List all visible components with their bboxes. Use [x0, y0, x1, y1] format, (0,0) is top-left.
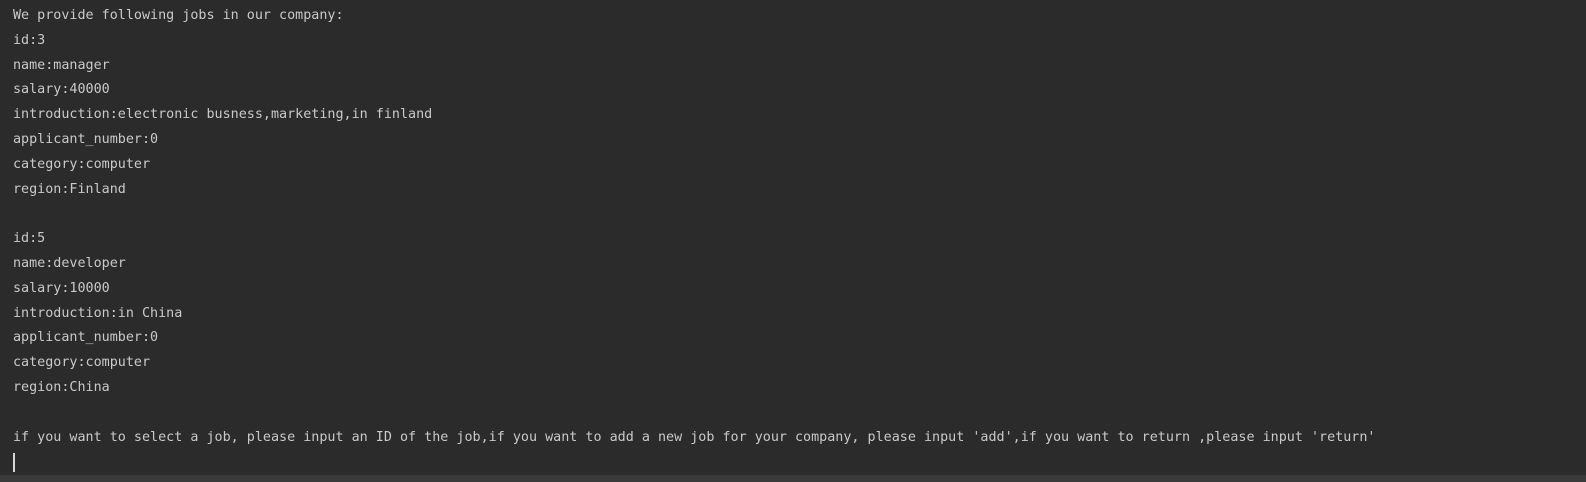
- job-category: category:computer: [13, 355, 151, 371]
- text-cursor: [13, 453, 15, 473]
- job-salary: salary:40000: [13, 82, 110, 98]
- job-entry: id:5 name:developer salary:10000 introdu…: [13, 227, 1586, 401]
- job-introduction: introduction:in China: [13, 305, 183, 321]
- job-region: region:China: [13, 379, 110, 395]
- header-line: We provide following jobs in our company…: [13, 8, 344, 23]
- job-introduction: introduction:electronic busness,marketin…: [13, 107, 433, 123]
- job-salary: salary:10000: [13, 280, 110, 296]
- job-name: name:manager: [13, 57, 110, 73]
- job-entry: id:3 name:manager salary:40000 introduct…: [13, 29, 1586, 203]
- job-applicant-number: applicant_number:0: [13, 131, 159, 147]
- job-applicant-number: applicant_number:0: [13, 330, 159, 346]
- prompt-line: if you want to select a job, please inpu…: [13, 429, 1376, 445]
- job-category: category:computer: [13, 156, 151, 172]
- job-region: region:Finland: [13, 181, 126, 197]
- job-name: name:developer: [13, 255, 126, 271]
- console-input[interactable]: [13, 450, 1586, 475]
- console-output: We provide following jobs in our company…: [0, 0, 1586, 482]
- bottom-bar: [0, 475, 1586, 482]
- job-id: id:5: [13, 231, 46, 247]
- job-id: id:3: [13, 32, 46, 48]
